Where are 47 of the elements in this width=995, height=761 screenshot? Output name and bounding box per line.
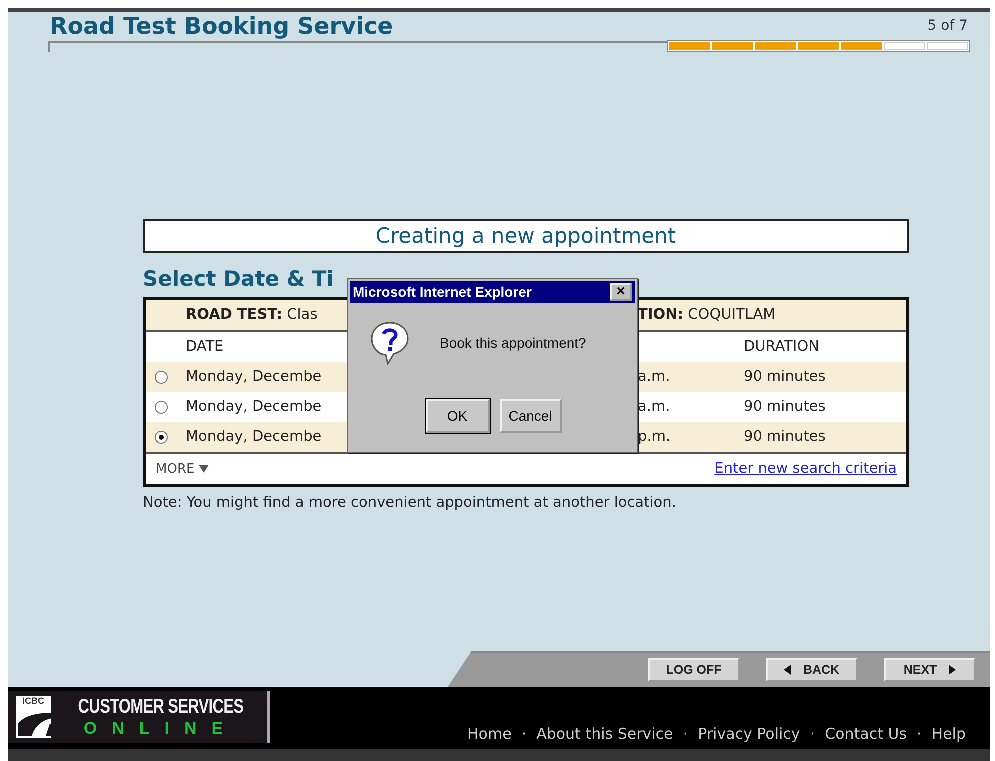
column-header: DATE xyxy=(186,339,224,355)
dialog-button[interactable]: Cancel xyxy=(500,399,562,433)
footer-link[interactable]: Privacy Policy xyxy=(698,725,800,743)
table-cell: 90 minutes xyxy=(744,369,826,385)
footer-link[interactable]: Home xyxy=(468,725,512,743)
section-title: Select Date & Ti xyxy=(143,267,335,291)
footer-link[interactable]: About this Service xyxy=(536,725,674,743)
note-text: Note: You might find a more convenient appointment at another location. xyxy=(143,495,678,511)
table-cell: a.m. xyxy=(638,399,670,415)
nav-button[interactable]: LOG OFF xyxy=(648,658,740,682)
dialog-message: Book this appointment? xyxy=(440,335,586,351)
nav-button[interactable]: NEXT xyxy=(884,658,976,682)
separator-dot: · xyxy=(810,725,816,743)
more-button[interactable]: MORE xyxy=(156,462,209,476)
footer-link[interactable]: Help xyxy=(932,725,966,743)
table-cell: a.m. xyxy=(638,369,670,385)
column-header: DURATION xyxy=(744,339,820,355)
radio-button[interactable] xyxy=(155,400,168,414)
table-cell: TION: COQUITLAM xyxy=(638,307,776,323)
dialog-title: Microsoft Internet Explorer xyxy=(353,284,532,300)
logo-text: CUSTOMER SERVICES xyxy=(78,696,244,718)
right-triangle-icon xyxy=(949,665,956,675)
footer-link[interactable]: Contact Us xyxy=(825,725,908,743)
close-button[interactable]: × xyxy=(610,283,632,301)
table-cell: Monday, Decembe xyxy=(186,369,322,385)
logo-text: ONLINE xyxy=(84,718,238,738)
left-triangle-icon xyxy=(784,665,792,675)
separator-dot: · xyxy=(683,725,688,743)
table-cell: Monday, Decembe xyxy=(186,399,322,415)
separator-dot: · xyxy=(917,725,922,743)
caret-icon xyxy=(198,464,209,472)
question-icon xyxy=(370,321,410,365)
table-cell: p.m. xyxy=(638,429,671,445)
search-criteria-link[interactable]: Enter new search criteria xyxy=(714,461,897,477)
dialog-button[interactable]: OK xyxy=(426,399,490,433)
table-cell: 90 minutes xyxy=(744,429,826,445)
table-cell: ROAD TEST: Clas xyxy=(186,307,318,323)
banner: Creating a new appointment xyxy=(143,219,909,253)
table-cell: 90 minutes xyxy=(744,399,826,415)
separator-dot: · xyxy=(522,725,527,743)
nav-button[interactable]: BACK xyxy=(766,658,858,682)
step-counter: 5 of 7 xyxy=(928,17,968,36)
table-cell: Monday, Decembe xyxy=(186,429,322,445)
radio-button[interactable] xyxy=(155,370,168,384)
logo-label: ICBC xyxy=(22,696,45,706)
page-title: Road Test Booking Service xyxy=(50,14,394,40)
radio-button[interactable] xyxy=(155,430,168,444)
